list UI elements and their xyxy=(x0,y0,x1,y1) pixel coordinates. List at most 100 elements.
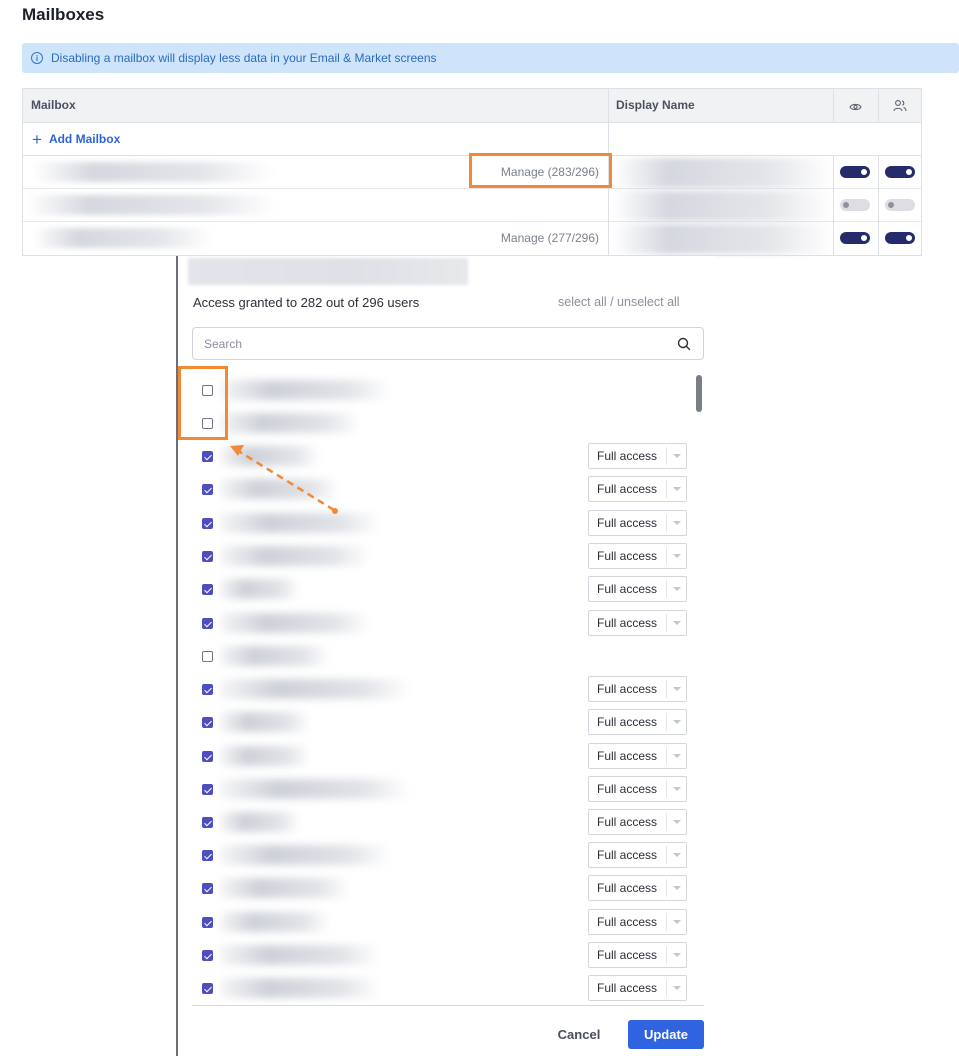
access-level-label: Full access xyxy=(597,516,658,530)
chevron-down-icon xyxy=(666,879,686,897)
access-level-select[interactable]: Full access xyxy=(588,975,687,1001)
access-level-label: Full access xyxy=(597,582,658,596)
plus-icon: + xyxy=(32,129,42,149)
user-checkbox[interactable] xyxy=(202,651,213,662)
unchecked-highlight-box xyxy=(178,366,228,440)
user-checkbox[interactable] xyxy=(202,950,213,961)
chevron-down-icon xyxy=(666,680,686,698)
access-level-label: Full access xyxy=(597,815,658,829)
access-level-select[interactable]: Full access xyxy=(588,576,687,602)
column-header-mailbox: Mailbox xyxy=(31,98,76,112)
access-level-select[interactable]: Full access xyxy=(588,476,687,502)
access-level-select[interactable]: Full access xyxy=(588,709,687,735)
user-checkbox[interactable] xyxy=(202,684,213,695)
access-level-select[interactable]: Full access xyxy=(588,743,687,769)
column-header-display-name: Display Name xyxy=(616,98,695,112)
user-checkbox[interactable] xyxy=(202,817,213,828)
user-name-redacted xyxy=(220,613,370,633)
chevron-down-icon xyxy=(666,547,686,565)
user-name-redacted xyxy=(220,845,390,865)
chevron-down-icon xyxy=(666,979,686,997)
user-checkbox[interactable] xyxy=(202,618,213,629)
access-level-select[interactable]: Full access xyxy=(588,776,687,802)
user-checkbox[interactable] xyxy=(202,850,213,861)
access-level-label: Full access xyxy=(597,981,658,995)
search-icon[interactable] xyxy=(677,337,691,351)
access-level-label: Full access xyxy=(597,482,658,496)
update-button[interactable]: Update xyxy=(628,1020,704,1049)
add-mailbox-button[interactable]: + Add Mailbox xyxy=(23,123,921,156)
access-level-select[interactable]: Full access xyxy=(588,909,687,935)
chevron-down-icon xyxy=(666,713,686,731)
user-row: Full access xyxy=(192,473,692,506)
user-checkbox[interactable] xyxy=(202,983,213,994)
user-checkbox[interactable] xyxy=(202,883,213,894)
search-field[interactable] xyxy=(192,327,704,360)
access-level-select[interactable]: Full access xyxy=(588,510,687,536)
access-level-select[interactable]: Full access xyxy=(588,942,687,968)
cancel-button[interactable]: Cancel xyxy=(547,1020,611,1049)
user-row: Full access xyxy=(192,573,692,606)
user-checkbox[interactable] xyxy=(202,751,213,762)
access-level-select[interactable]: Full access xyxy=(588,676,687,702)
user-name-redacted xyxy=(220,446,320,466)
user-checkbox[interactable] xyxy=(202,784,213,795)
chevron-down-icon xyxy=(666,580,686,598)
visible-toggle[interactable] xyxy=(840,199,870,211)
shared-toggle[interactable] xyxy=(885,166,915,178)
shared-toggle[interactable] xyxy=(885,232,915,244)
access-level-select[interactable]: Full access xyxy=(588,443,687,469)
access-level-label: Full access xyxy=(597,682,658,696)
user-checkbox[interactable] xyxy=(202,484,213,495)
user-name-redacted xyxy=(220,945,380,965)
chevron-down-icon xyxy=(666,747,686,765)
access-level-select[interactable]: Full access xyxy=(588,875,687,901)
user-row xyxy=(192,374,692,407)
user-row xyxy=(192,640,692,673)
chevron-down-icon xyxy=(666,813,686,831)
access-level-label: Full access xyxy=(597,449,658,463)
user-checkbox[interactable] xyxy=(202,451,213,462)
chevron-down-icon xyxy=(666,614,686,632)
chevron-down-icon xyxy=(666,514,686,532)
visible-toggle[interactable] xyxy=(840,166,870,178)
user-checkbox[interactable] xyxy=(202,518,213,529)
table-header: Mailbox Display Name xyxy=(23,89,921,123)
user-checkbox[interactable] xyxy=(202,584,213,595)
user-checkbox[interactable] xyxy=(202,917,213,928)
access-level-select[interactable]: Full access xyxy=(588,842,687,868)
user-row: Full access xyxy=(192,507,692,540)
user-name-redacted xyxy=(220,546,370,566)
chevron-down-icon xyxy=(666,480,686,498)
info-banner-text: Disabling a mailbox will display less da… xyxy=(51,51,437,65)
user-row: Full access xyxy=(192,806,692,839)
chevron-down-icon xyxy=(666,913,686,931)
user-checkbox[interactable] xyxy=(202,717,213,728)
info-icon: i xyxy=(31,52,43,64)
user-name-redacted xyxy=(220,413,360,433)
chevron-down-icon xyxy=(666,846,686,864)
shared-toggle[interactable] xyxy=(885,199,915,211)
footer-divider xyxy=(192,1005,704,1006)
access-level-label: Full access xyxy=(597,848,658,862)
visible-toggle[interactable] xyxy=(840,232,870,244)
user-name-redacted xyxy=(220,479,340,499)
access-level-select[interactable]: Full access xyxy=(588,809,687,835)
user-name-redacted xyxy=(220,712,310,732)
access-level-label: Full access xyxy=(597,948,658,962)
select-all-link[interactable]: select all / unselect all xyxy=(558,295,680,309)
search-input[interactable] xyxy=(193,328,663,359)
page-title: Mailboxes xyxy=(22,5,105,24)
eye-icon[interactable] xyxy=(849,100,862,118)
users-icon[interactable] xyxy=(893,99,907,117)
scrollbar[interactable] xyxy=(696,375,702,412)
manage-access-link[interactable]: Manage (277/296) xyxy=(501,222,601,254)
user-name-redacted xyxy=(220,513,380,533)
user-checkbox[interactable] xyxy=(202,551,213,562)
user-name-redacted xyxy=(220,878,350,898)
chevron-down-icon xyxy=(666,946,686,964)
user-row: Full access xyxy=(192,607,692,640)
access-level-select[interactable]: Full access xyxy=(588,543,687,569)
access-level-select[interactable]: Full access xyxy=(588,610,687,636)
user-row: Full access xyxy=(192,673,692,706)
